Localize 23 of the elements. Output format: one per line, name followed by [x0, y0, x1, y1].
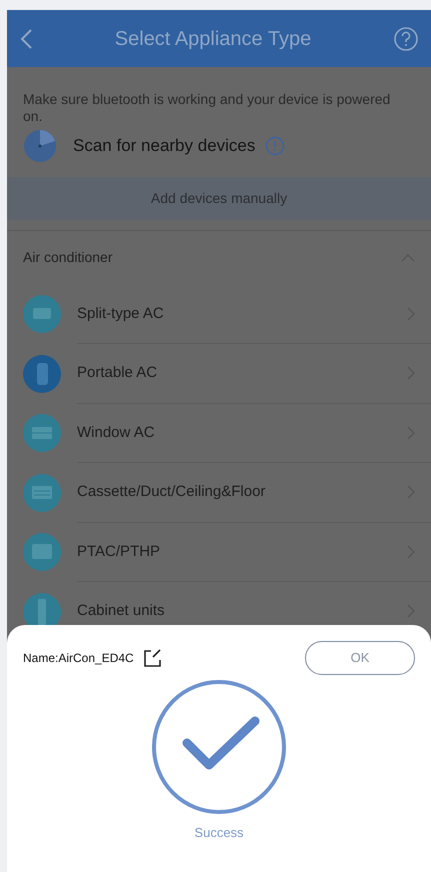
- list-item[interactable]: Split-type AC: [7, 284, 431, 344]
- header-title: Select Appliance Type: [114, 26, 312, 52]
- air-conditioner-icon: [23, 295, 61, 334]
- device-name: Name:AirCon_ED4C: [23, 650, 134, 667]
- radar-icon: [23, 128, 57, 163]
- list-item[interactable]: Cassette/Duct/Ceiling&Floor: [7, 463, 431, 523]
- edit-icon[interactable]: [142, 648, 162, 668]
- list-item[interactable]: PTAC/PTHP: [7, 522, 431, 582]
- ok-button[interactable]: OK: [305, 641, 415, 675]
- hint-text: Make sure bluetooth is working and your device is powered on.: [23, 91, 392, 125]
- cassette-unit-icon: [23, 474, 61, 512]
- status-text: Success: [194, 824, 244, 842]
- success-check-icon: [151, 679, 287, 815]
- wall-unit-icon: [23, 533, 61, 572]
- window-unit-icon: [23, 414, 61, 452]
- category-title: Air conditioner: [23, 248, 114, 268]
- back-icon[interactable]: [19, 28, 33, 50]
- help-icon[interactable]: [393, 26, 419, 52]
- list-item[interactable]: Portable AC: [7, 344, 431, 404]
- list-item[interactable]: Window AC: [7, 404, 431, 464]
- portable-unit-icon: [23, 354, 61, 393]
- manual-tab[interactable]: Add devices manually: [7, 176, 431, 220]
- scan-button[interactable]: Scan for nearby devices: [73, 132, 256, 158]
